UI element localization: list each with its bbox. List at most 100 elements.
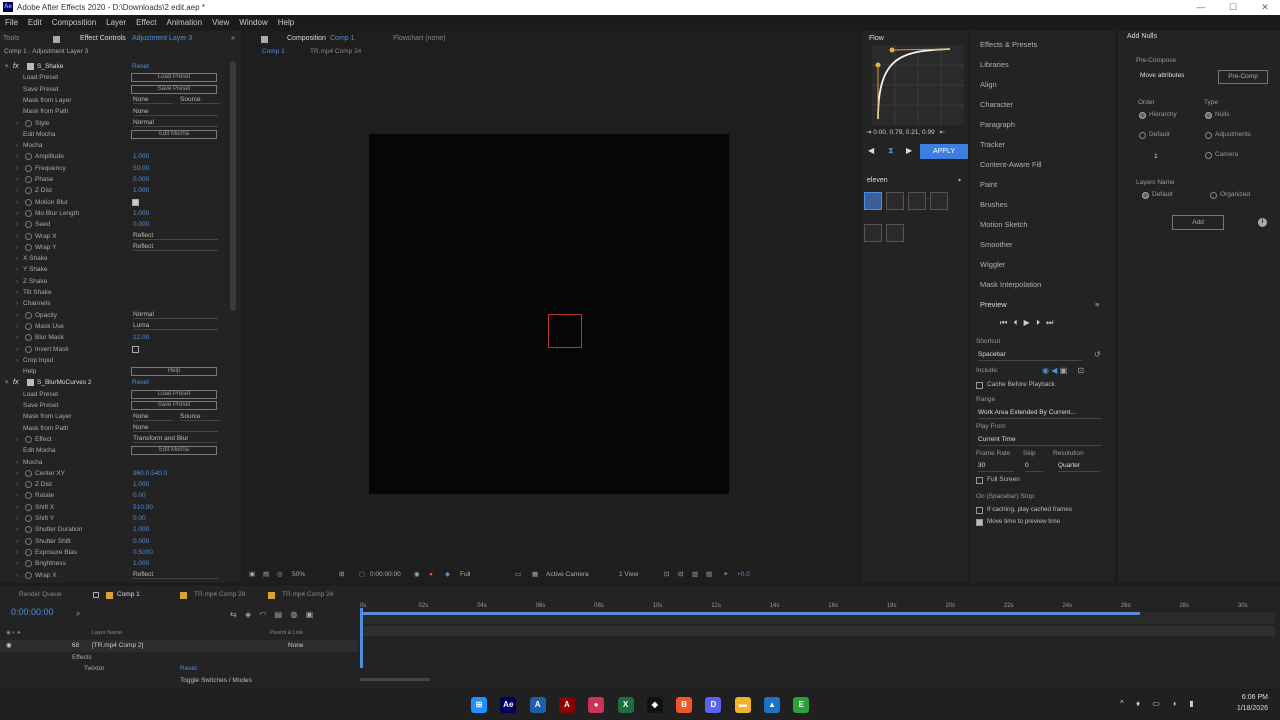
twirl-icon[interactable]: › [16,479,18,490]
parent-link-header[interactable]: Parent & Link [270,630,303,636]
timeline-tab-tr24[interactable]: TR.mp4 Comp 24 [282,588,333,602]
work-area-bar[interactable] [360,612,1140,615]
property-dropdown[interactable]: Normal [133,311,218,320]
toggle-switches-modes[interactable]: Toggle Switches / Modes [180,677,252,684]
ec-row-crop-input[interactable]: › Crop Input [0,355,230,366]
panel-lock-icon[interactable] [53,36,60,43]
twirl-icon[interactable]: › [16,174,18,185]
if-caching-checkbox[interactable] [976,507,983,514]
add-nulls-title[interactable]: Add Nulls [1127,33,1157,40]
ec-row-shutter-duration[interactable]: › Shutter Duration 1.000 [0,524,230,535]
keyframe-track[interactable] [360,626,1275,636]
ec-row-z-dist[interactable]: › Z Dist 1.000 [0,185,230,196]
side-panel-smoother[interactable]: Smoother [980,235,1013,255]
stopwatch-icon[interactable] [25,526,32,534]
color-mgmt-icon[interactable]: ◆ [445,568,450,582]
reset-exposure-icon[interactable]: ✦ [723,568,728,582]
nulls-radio[interactable] [1205,112,1212,119]
camera-radio[interactable] [1205,152,1212,159]
ec-row-shift-y[interactable]: › Shift Y 0.00 [0,513,230,524]
tray-chevron-icon[interactable]: ^ [1120,699,1124,708]
grid-icon[interactable]: ▢ [359,568,365,582]
composition-viewer[interactable] [369,134,729,494]
property-value[interactable]: 1.000 [133,524,149,535]
maximize-button[interactable]: ☐ [1218,0,1248,15]
flow-apply-button[interactable]: APPLY [920,144,968,159]
ec-row-brightness[interactable]: › Brightness 1.000 [0,558,230,569]
property-checkbox[interactable] [132,198,139,206]
stopwatch-icon[interactable] [25,469,32,477]
flow-preset-dropdown-icon[interactable]: ▾ [958,177,961,184]
tools-tab[interactable]: Tools [3,32,19,46]
side-panel-brushes[interactable]: Brushes [980,195,1008,215]
green-app-icon[interactable]: E [793,697,810,713]
adjustments-radio[interactable] [1205,132,1212,139]
side-panel-paragraph[interactable]: Paragraph [980,115,1015,135]
ec-row-invert-mask[interactable]: › Invert Mask [0,344,230,355]
ec-row-wrap-x[interactable]: › Wrap X Reflect [0,570,230,581]
reset-link[interactable]: Reset [132,61,149,72]
side-panel-motion-sketch[interactable]: Motion Sketch [980,215,1028,235]
layer-parent-select[interactable]: None [288,640,304,652]
resolution-select-preview[interactable]: Quarter [1058,462,1100,472]
ec-row-edit-mocha[interactable]: Edit Mocha Edit Mocha [0,445,230,456]
zoom-select[interactable]: 50% [292,568,305,582]
ec-row-load-preset[interactable]: Load Preset Load Preset [0,72,230,83]
resolution-select[interactable]: Full [460,568,470,582]
stopwatch-icon[interactable] [25,153,32,161]
property-value[interactable]: 510.00 [133,502,153,513]
property-dropdown[interactable]: None [133,424,218,433]
flow-preset-6[interactable] [886,224,904,242]
region-of-interest-icon[interactable]: ⊞ [339,568,344,582]
prev-frame-icon[interactable]: ⏴ [1013,318,1017,327]
flow-preset-4[interactable] [930,192,948,210]
ec-row-opacity[interactable]: › Opacity Normal [0,310,230,321]
stopwatch-icon[interactable] [25,119,32,127]
ec-row-rotate[interactable]: › Rotate 0.00 [0,490,230,501]
ec-button[interactable]: Load Preset [131,73,217,83]
stopwatch-icon[interactable] [25,571,32,579]
ec-row-frequency[interactable]: › Frequency 50.00 [0,163,230,174]
stopwatch-icon[interactable] [25,492,32,500]
flow-preset-ease-out[interactable] [864,192,882,210]
ec-button[interactable]: Load Preset [131,389,217,399]
comp-lock-icon[interactable] [261,36,268,43]
ec-row-s-shake[interactable]: ▾ fx S_Shake Reset [0,61,230,72]
comp-subtab-comp1[interactable]: Comp 1 [262,48,285,55]
ec-row-z-dist[interactable]: › Z Dist 1.000 [0,479,230,490]
first-frame-icon[interactable]: ⏮ [1000,318,1007,327]
timeline-tab-comp1[interactable]: Comp 1 [117,588,140,602]
ec-row-save-preset[interactable]: Save Preset Save Preset [0,400,230,411]
twirl-icon[interactable]: ▾ [5,377,8,388]
adobe-red-icon[interactable]: A [558,697,575,713]
ec-row-wrap-x[interactable]: › Wrap X Reflect [0,231,230,242]
property-dropdown[interactable]: None [133,108,218,116]
menu-file[interactable]: File [5,18,18,27]
twirl-icon[interactable]: › [16,502,18,513]
brave-icon[interactable]: B [676,697,693,713]
stopwatch-icon[interactable] [25,198,32,206]
stopwatch-icon[interactable] [25,311,32,319]
ec-row-mocha[interactable]: › Mocha [0,140,230,151]
browser-icon[interactable]: ● [588,697,605,713]
ec-row-center-xy[interactable]: › Center XY 960.0,540.0 [0,468,230,479]
property-checkbox[interactable] [132,345,139,353]
snapshot-icon[interactable]: ▤ [263,568,269,582]
mask-layer-dropdown[interactable]: None [133,96,173,105]
stopwatch-icon[interactable] [25,515,32,522]
twirl-icon[interactable]: › [16,536,18,547]
comp-subtab-tr24[interactable]: TR.mp4 Comp 24 [310,48,361,55]
menu-animation[interactable]: Animation [166,18,202,27]
frame-rate-select[interactable]: 30 [978,462,1014,472]
twirl-icon[interactable]: › [16,558,18,569]
comp-flowchart-icon[interactable]: ⇆ [230,610,237,619]
ec-row-channels[interactable]: › Channels [0,298,230,309]
ec-row-mask-use[interactable]: › Mask Use Luma [0,321,230,332]
flow-title[interactable]: Flow [869,32,884,46]
twixtor-effect[interactable]: Twixtor [84,665,105,672]
fx-icon[interactable]: fx [13,377,18,388]
cache-before-checkbox[interactable] [976,382,983,389]
move-attributes-select[interactable]: Move attributes [1140,72,1210,82]
side-panel-align[interactable]: Align [980,75,997,95]
play-from-select[interactable]: Current Time [978,436,1102,446]
